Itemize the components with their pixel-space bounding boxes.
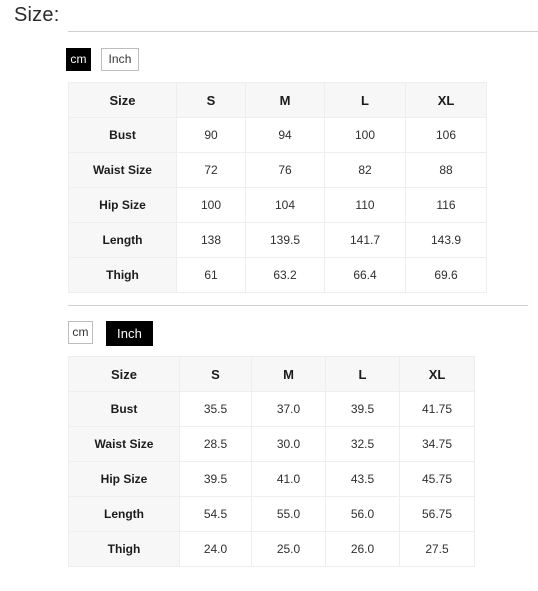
cell-value: 138 bbox=[176, 222, 246, 258]
cell-value: 61 bbox=[176, 257, 246, 293]
cell-value: 45.75 bbox=[399, 461, 475, 497]
table-row: Bust 90 94 100 106 bbox=[68, 117, 487, 153]
size-chart-table-cm: Size S M L XL Bust 90 94 100 106 Waist S… bbox=[68, 82, 487, 293]
cell-value: 41.0 bbox=[251, 461, 326, 497]
unit-toggle-cm-section: cm Inch bbox=[66, 48, 139, 71]
cell-value: 30.0 bbox=[251, 426, 326, 462]
unit-button-cm-section1[interactable]: cm bbox=[66, 48, 91, 71]
cell-value: 82 bbox=[324, 152, 406, 188]
cell-value: 35.5 bbox=[179, 391, 252, 427]
cell-value: 100 bbox=[324, 117, 406, 153]
table-row: Length 54.5 55.0 56.0 56.75 bbox=[68, 496, 475, 532]
table-row: Waist Size 28.5 30.0 32.5 34.75 bbox=[68, 426, 475, 462]
cell-value: 141.7 bbox=[324, 222, 406, 258]
column-header-size: Size bbox=[68, 82, 177, 118]
table-row: Bust 35.5 37.0 39.5 41.75 bbox=[68, 391, 475, 427]
cell-value: 56.75 bbox=[399, 496, 475, 532]
table-row: Thigh 61 63.2 66.4 69.6 bbox=[68, 257, 487, 293]
table-header-row: Size S M L XL bbox=[68, 356, 475, 392]
cell-value: 34.75 bbox=[399, 426, 475, 462]
column-header-xl: XL bbox=[405, 82, 487, 118]
cell-value: 25.0 bbox=[251, 531, 326, 567]
column-header-m: M bbox=[245, 82, 325, 118]
cell-value: 94 bbox=[245, 117, 325, 153]
table-header-row: Size S M L XL bbox=[68, 82, 487, 118]
cell-value: 43.5 bbox=[325, 461, 400, 497]
table-row: Waist Size 72 76 82 88 bbox=[68, 152, 487, 188]
row-label: Hip Size bbox=[68, 461, 180, 497]
cell-value: 55.0 bbox=[251, 496, 326, 532]
table-row: Length 138 139.5 141.7 143.9 bbox=[68, 222, 487, 258]
unit-button-cm-section2[interactable]: cm bbox=[68, 321, 93, 344]
section-divider-middle bbox=[68, 305, 528, 306]
unit-button-inch-section2[interactable]: Inch bbox=[106, 321, 153, 346]
row-label: Waist Size bbox=[68, 426, 180, 462]
section-divider-top bbox=[68, 31, 538, 32]
cell-value: 27.5 bbox=[399, 531, 475, 567]
page-title: Size: bbox=[14, 4, 60, 26]
unit-button-inch-section1[interactable]: Inch bbox=[101, 48, 139, 71]
cell-value: 139.5 bbox=[245, 222, 325, 258]
cell-value: 143.9 bbox=[405, 222, 487, 258]
row-label: Length bbox=[68, 496, 180, 532]
table-row: Hip Size 39.5 41.0 43.5 45.75 bbox=[68, 461, 475, 497]
cell-value: 116 bbox=[405, 187, 487, 223]
cell-value: 63.2 bbox=[245, 257, 325, 293]
cell-value: 39.5 bbox=[179, 461, 252, 497]
column-header-l: L bbox=[324, 82, 406, 118]
cell-value: 28.5 bbox=[179, 426, 252, 462]
unit-toggle-inch-section: cm Inch bbox=[68, 321, 153, 346]
cell-value: 26.0 bbox=[325, 531, 400, 567]
column-header-xl: XL bbox=[399, 356, 475, 392]
table-row: Thigh 24.0 25.0 26.0 27.5 bbox=[68, 531, 475, 567]
row-label: Hip Size bbox=[68, 187, 177, 223]
row-label: Bust bbox=[68, 117, 177, 153]
table-row: Hip Size 100 104 110 116 bbox=[68, 187, 487, 223]
cell-value: 32.5 bbox=[325, 426, 400, 462]
size-chart-table-inch: Size S M L XL Bust 35.5 37.0 39.5 41.75 … bbox=[68, 356, 475, 567]
cell-value: 106 bbox=[405, 117, 487, 153]
cell-value: 100 bbox=[176, 187, 246, 223]
cell-value: 104 bbox=[245, 187, 325, 223]
cell-value: 72 bbox=[176, 152, 246, 188]
row-label: Length bbox=[68, 222, 177, 258]
cell-value: 56.0 bbox=[325, 496, 400, 532]
cell-value: 24.0 bbox=[179, 531, 252, 567]
cell-value: 54.5 bbox=[179, 496, 252, 532]
cell-value: 76 bbox=[245, 152, 325, 188]
cell-value: 90 bbox=[176, 117, 246, 153]
column-header-s: S bbox=[179, 356, 252, 392]
cell-value: 41.75 bbox=[399, 391, 475, 427]
row-label: Bust bbox=[68, 391, 180, 427]
column-header-s: S bbox=[176, 82, 246, 118]
cell-value: 39.5 bbox=[325, 391, 400, 427]
column-header-size: Size bbox=[68, 356, 180, 392]
cell-value: 37.0 bbox=[251, 391, 326, 427]
cell-value: 110 bbox=[324, 187, 406, 223]
cell-value: 88 bbox=[405, 152, 487, 188]
column-header-m: M bbox=[251, 356, 326, 392]
cell-value: 66.4 bbox=[324, 257, 406, 293]
cell-value: 69.6 bbox=[405, 257, 487, 293]
row-label: Thigh bbox=[68, 531, 180, 567]
row-label: Thigh bbox=[68, 257, 177, 293]
row-label: Waist Size bbox=[68, 152, 177, 188]
column-header-l: L bbox=[325, 356, 400, 392]
